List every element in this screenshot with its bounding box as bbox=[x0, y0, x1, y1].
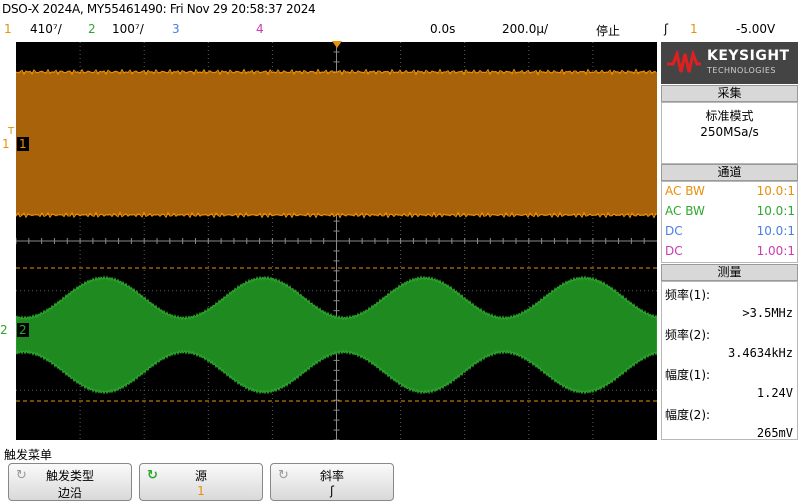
meas-label-2: 频率(2): bbox=[665, 328, 711, 342]
ch1-label: 1 bbox=[17, 137, 29, 151]
keysight-logo: KEYSIGHT TECHNOLOGIES bbox=[661, 42, 798, 84]
time-scale[interactable]: 200.0µ/ bbox=[502, 22, 548, 36]
status-bar: 1 410⁷/ 2 100⁷/ 3 4 0.0s 200.0µ/ 停止 ʃ 1 … bbox=[0, 22, 800, 40]
meas-label-4: 幅度(2): bbox=[665, 408, 711, 422]
side-panel: KEYSIGHT TECHNOLOGIES 采集 标准模式 250MSa/s 通… bbox=[661, 42, 798, 440]
ch1-waveform bbox=[16, 72, 657, 215]
softkey-trigger-type-label: 触发类型 bbox=[45, 469, 94, 483]
trigger-source[interactable]: 1 bbox=[690, 22, 698, 36]
softkey-slope-value: ʃ bbox=[329, 484, 335, 498]
ch2-coupling: AC BW bbox=[665, 204, 705, 218]
channel-row-2: AC BW 10.0:1 bbox=[662, 202, 799, 222]
measurements-section: 频率(1): >3.5MHz 频率(2): 3.4634kHz 幅度(1): 1… bbox=[661, 281, 798, 440]
acquisition-mode: 标准模式 bbox=[705, 109, 754, 123]
channels-section: AC BW 10.0:1 AC BW 10.0:1 DC 10.0:1 DC 1… bbox=[661, 181, 798, 263]
time-offset[interactable]: 0.0s bbox=[430, 22, 455, 36]
ch4-coupling: DC bbox=[665, 244, 683, 258]
ch3-coupling: DC bbox=[665, 224, 683, 238]
window-title: DSO-X 2024A, MY55461490: Fri Nov 29 20:5… bbox=[2, 2, 316, 16]
menu-title: 触发菜单 bbox=[4, 448, 53, 462]
logo-subtext: TECHNOLOGIES bbox=[707, 66, 776, 75]
softkey-source[interactable]: ↻ 源 1 bbox=[139, 463, 263, 501]
meas-value-4: 265mV bbox=[756, 426, 793, 440]
softkey-slope[interactable]: ↻ 斜率 ʃ bbox=[270, 463, 394, 501]
ch2-label: 2 bbox=[17, 323, 29, 337]
trigger-level[interactable]: -5.00V bbox=[736, 22, 775, 36]
run-state[interactable]: 停止 bbox=[596, 22, 620, 39]
ch3-number[interactable]: 3 bbox=[172, 22, 180, 36]
sample-rate: 250MSa/s bbox=[700, 125, 759, 139]
ch3-probe: 10.0:1 bbox=[756, 224, 795, 238]
channels-header[interactable]: 通道 bbox=[661, 164, 798, 181]
softkey-trigger-type-value: 边沿 bbox=[57, 486, 82, 500]
meas-value-3: 1.24V bbox=[756, 386, 793, 400]
ch2-scale[interactable]: 100⁷/ bbox=[112, 22, 144, 36]
acquisition-header[interactable]: 采集 bbox=[661, 85, 798, 102]
ch4-number[interactable]: 4 bbox=[256, 22, 264, 36]
ch4-probe: 1.00:1 bbox=[756, 244, 795, 258]
logo-text: KEYSIGHT bbox=[707, 48, 790, 64]
channel-row-1: AC BW 10.0:1 bbox=[662, 182, 799, 202]
ch1-ground-marker[interactable]: 1 bbox=[2, 137, 10, 151]
meas-value-1: >3.5MHz bbox=[742, 306, 793, 320]
channel-row-4: DC 1.00:1 bbox=[662, 242, 799, 262]
ch1-number[interactable]: 1 bbox=[4, 22, 12, 36]
acquisition-section: 标准模式 250MSa/s bbox=[661, 102, 798, 164]
softkey-slope-label: 斜率 bbox=[319, 469, 344, 483]
ch1-scale[interactable]: 410⁷/ bbox=[30, 22, 62, 36]
softkey-source-value: 1 bbox=[197, 484, 205, 498]
meas-value-2: 3.4634kHz bbox=[727, 346, 793, 360]
waveform-display[interactable] bbox=[16, 42, 657, 440]
ch1-trigger-marker[interactable]: T bbox=[8, 126, 14, 137]
meas-label-1: 频率(1): bbox=[665, 288, 711, 302]
meas-label-3: 幅度(1): bbox=[665, 368, 711, 382]
trigger-slope-icon: ʃ bbox=[664, 22, 669, 36]
ch2-number[interactable]: 2 bbox=[88, 22, 96, 36]
keysight-wave-icon bbox=[667, 50, 701, 73]
measurements-header[interactable]: 测量 bbox=[661, 264, 798, 281]
ch1-coupling: AC BW bbox=[665, 184, 705, 198]
ch1-probe: 10.0:1 bbox=[756, 184, 795, 198]
trigger-position-marker[interactable] bbox=[332, 41, 342, 48]
softkey-source-label: 源 bbox=[194, 469, 207, 483]
softkey-trigger-type[interactable]: ↻ 触发类型 边沿 bbox=[8, 463, 132, 501]
ch2-ground-marker[interactable]: 2 bbox=[0, 323, 8, 337]
ch2-probe: 10.0:1 bbox=[756, 204, 795, 218]
waveform-svg bbox=[16, 42, 657, 440]
channel-row-3: DC 10.0:1 bbox=[662, 222, 799, 242]
